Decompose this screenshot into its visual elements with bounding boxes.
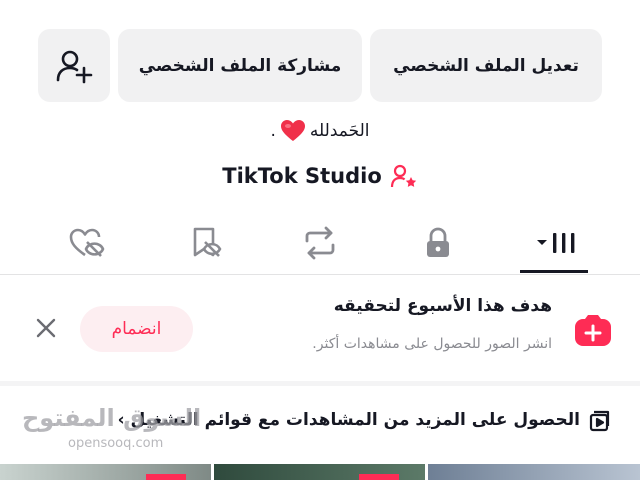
lock-icon: [427, 227, 449, 257]
join-label: انضمام: [111, 319, 162, 339]
share-profile-label: مشاركة الملف الشخصي: [138, 55, 342, 76]
edit-profile-label: تعديل الملف الشخصي: [393, 55, 579, 76]
watermark-latin: opensooq.com: [68, 436, 164, 451]
bio-trailing: .: [270, 121, 276, 141]
tab-private[interactable]: [398, 218, 478, 268]
watermark-arabic: السوق المفتوح: [22, 404, 202, 432]
repost-icon: [305, 226, 335, 260]
add-user-icon: [56, 50, 93, 83]
goal-add-icon-wrap: [573, 314, 613, 348]
edit-profile-button[interactable]: تعديل الملف الشخصي: [370, 29, 602, 102]
add-post-icon: [575, 315, 611, 346]
goal-subtitle: انشر الصور للحصول على مشاهدات أكثر.: [312, 336, 552, 352]
red-heart-icon: [280, 119, 306, 143]
close-icon[interactable]: [34, 316, 58, 340]
profile-bio: الحَمدلله .: [0, 116, 640, 146]
tabs-divider: [0, 274, 640, 275]
grid-icon: [537, 233, 575, 253]
tiktok-studio-link[interactable]: TikTok Studio: [0, 160, 640, 192]
heart-hidden-icon: [69, 228, 105, 257]
profile-tabs: [0, 218, 640, 274]
playlist-icon: [589, 410, 610, 432]
tab-favorites[interactable]: [165, 218, 245, 268]
stats-row-cutoff: [0, 0, 640, 8]
profile-screen: تعديل الملف الشخصي مشاركة الملف الشخصي ا…: [0, 0, 640, 480]
section-separator: [0, 381, 640, 386]
active-tab-indicator: [520, 270, 588, 273]
pinned-badge: [146, 474, 186, 480]
bookmark-hidden-icon: [193, 227, 222, 257]
goal-title: هدف هذا الأسبوع لتحقيقه: [333, 296, 552, 316]
tab-liked[interactable]: [47, 218, 127, 268]
tab-reposts[interactable]: [280, 218, 360, 268]
weekly-goal-card: هدف هذا الأسبوع لتحقيقه انشر الصور للحصو…: [0, 276, 640, 380]
pinned-badge: [359, 474, 399, 480]
bio-text: الحَمدلله: [309, 121, 370, 141]
join-button[interactable]: انضمام: [80, 306, 193, 352]
share-profile-button[interactable]: مشاركة الملف الشخصي: [118, 29, 362, 102]
video-thumbnail[interactable]: [428, 464, 640, 480]
creator-star-icon: [390, 164, 416, 188]
add-friend-button[interactable]: [38, 29, 110, 102]
video-thumbnail[interactable]: [0, 464, 211, 480]
opensooq-watermark: السوق المفتوح opensooq.com: [22, 404, 201, 454]
tab-videos[interactable]: [515, 218, 595, 268]
studio-label: TikTok Studio: [222, 164, 382, 188]
video-grid-top: [0, 464, 640, 480]
video-thumbnail[interactable]: [214, 464, 425, 480]
